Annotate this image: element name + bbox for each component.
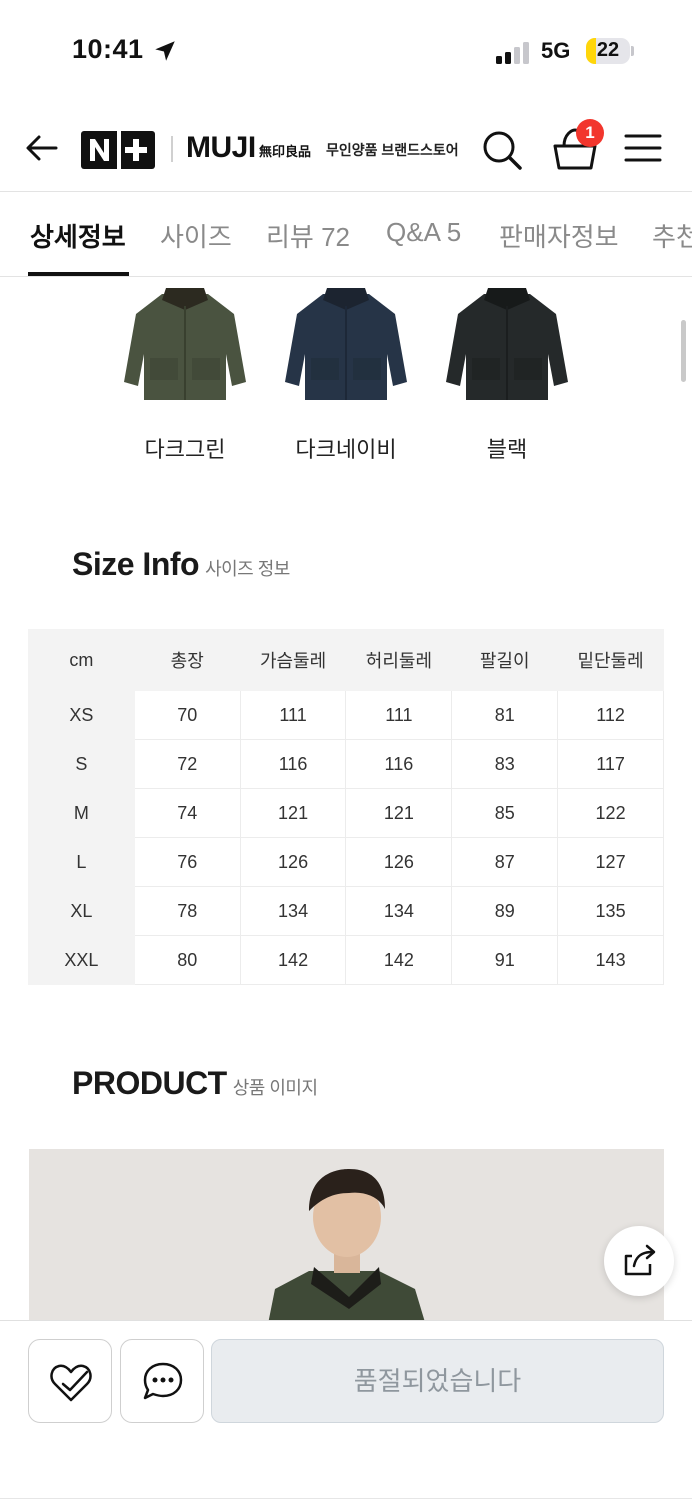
column-header: 밑단둘레 [557, 629, 664, 691]
product-title: PRODUCT [72, 1065, 227, 1101]
table-cell: 121 [239, 788, 347, 838]
column-header: 허리둘레 [345, 629, 453, 691]
table-cell: 126 [239, 837, 347, 887]
column-header: 총장 [133, 629, 241, 691]
size-info-subtitle: 사이즈 정보 [205, 559, 290, 579]
jacket-dark-green-image [124, 288, 246, 400]
search-icon[interactable] [480, 128, 524, 172]
table-cell: 127 [557, 837, 664, 887]
table-row: XL 78 134 134 89 135 [28, 886, 664, 936]
size-label: L [28, 837, 135, 887]
table-cell: 91 [451, 935, 559, 985]
table-cell: 135 [557, 886, 664, 936]
bottom-action-bar: 품절되었습니다 [0, 1320, 692, 1500]
table-cell: 122 [557, 788, 664, 838]
column-header: 팔길이 [451, 629, 559, 691]
wishlist-button[interactable] [28, 1339, 112, 1423]
bottom-divider [0, 1498, 692, 1499]
table-cell: 78 [133, 886, 241, 936]
chat-button[interactable] [120, 1339, 204, 1423]
table-cell: 111 [345, 690, 453, 740]
jacket-dark-navy-image [285, 288, 407, 400]
table-row: S 72 116 116 83 117 [28, 739, 664, 789]
store-name[interactable]: 무인양품 브랜드스토어 [326, 140, 459, 160]
table-cell: 121 [345, 788, 453, 838]
size-label: XXL [28, 935, 135, 985]
table-cell: 112 [557, 690, 664, 740]
table-cell: 134 [345, 886, 453, 936]
table-header-row: cm 총장 가슴둘레 허리둘레 팔길이 밑단둘레 [28, 629, 664, 691]
battery-level: 22 [596, 39, 620, 61]
product-subtitle: 상품 이미지 [232, 1078, 318, 1098]
brand-logo-kanji: 無印良品 [259, 144, 312, 159]
size-info-title: Size Info [72, 546, 200, 582]
scrollbar-thumb[interactable] [681, 320, 686, 382]
product-photo[interactable] [29, 1149, 664, 1329]
table-cell: 81 [451, 690, 559, 740]
column-header: 가슴둘레 [239, 629, 347, 691]
jacket-black-image [446, 288, 568, 400]
table-cell: 116 [239, 739, 347, 789]
color-name-dark-green: 다크그린 [144, 437, 226, 462]
status-time: 10:41 [72, 34, 144, 64]
color-name-dark-navy: 다크네이비 [295, 437, 397, 462]
table-cell: 117 [557, 739, 664, 789]
cellular-signal-icon [496, 42, 529, 64]
tab-recommend[interactable]: 추천 [652, 217, 692, 254]
table-cell: 89 [451, 886, 559, 936]
tab-seller-info[interactable]: 판매자정보 [499, 217, 619, 254]
status-bar: 10:41 5G 22 [0, 0, 692, 100]
active-tab-indicator [28, 272, 129, 276]
app-header: N+ MUJI 無印良品 무인양품 브랜드스토어 [0, 104, 692, 192]
hamburger-menu-icon[interactable] [624, 132, 662, 164]
size-table: cm 총장 가슴둘레 허리둘레 팔길이 밑단둘레 XS 70 111 111 8… [28, 629, 664, 985]
model-illustration [267, 1169, 427, 1329]
table-cell: 70 [133, 690, 241, 740]
cart-count-badge: 1 [576, 119, 604, 147]
battery-icon: 22 [586, 38, 634, 64]
logo-divider [171, 136, 173, 162]
table-cell: 143 [557, 935, 664, 985]
table-cell: 111 [239, 690, 347, 740]
product-heading: PRODUCT 상품 이미지 [72, 1065, 318, 1102]
size-label: XL [28, 886, 135, 936]
size-label: XS [28, 690, 135, 740]
color-name-black: 블랙 [486, 437, 528, 462]
table-cell: 83 [451, 739, 559, 789]
table-cell: 126 [345, 837, 453, 887]
size-label: S [28, 739, 135, 789]
heart-check-icon [50, 1364, 92, 1402]
table-row: L 76 126 126 87 127 [28, 837, 664, 887]
tab-qna[interactable]: Q&A 5 [386, 217, 461, 248]
table-row: XS 70 111 111 81 112 [28, 690, 664, 740]
table-cell: 134 [239, 886, 347, 936]
table-cell: 76 [133, 837, 241, 887]
table-cell: 74 [133, 788, 241, 838]
tab-size[interactable]: 사이즈 [160, 217, 232, 254]
table-cell: 87 [451, 837, 559, 887]
size-label: M [28, 788, 135, 838]
network-type: 5G [541, 38, 571, 63]
tab-details[interactable]: 상세정보 [30, 217, 126, 254]
chat-bubble-icon [143, 1362, 183, 1400]
naver-plus-logo[interactable]: N+ [81, 131, 155, 169]
sold-out-button[interactable]: 품절되었습니다 [211, 1339, 664, 1423]
back-arrow-icon[interactable] [22, 128, 62, 168]
detail-tabs: 상세정보 사이즈 리뷰 72 Q&A 5 판매자정보 추천 [0, 193, 692, 277]
brand-logo[interactable]: MUJI [186, 131, 256, 165]
share-icon [624, 1244, 656, 1276]
table-cell: 85 [451, 788, 559, 838]
table-cell: 142 [345, 935, 453, 985]
tab-reviews[interactable]: 리뷰 72 [266, 217, 350, 254]
table-cell: 116 [345, 739, 453, 789]
table-row: M 74 121 121 85 122 [28, 788, 664, 838]
location-arrow-icon [155, 41, 175, 61]
share-button[interactable] [604, 1226, 674, 1296]
table-cell: 80 [133, 935, 241, 985]
table-row: XXL 80 142 142 91 143 [28, 935, 664, 985]
size-info-heading: Size Info 사이즈 정보 [72, 546, 290, 583]
table-cell: 72 [133, 739, 241, 789]
column-header: cm [28, 629, 135, 691]
table-cell: 142 [239, 935, 347, 985]
